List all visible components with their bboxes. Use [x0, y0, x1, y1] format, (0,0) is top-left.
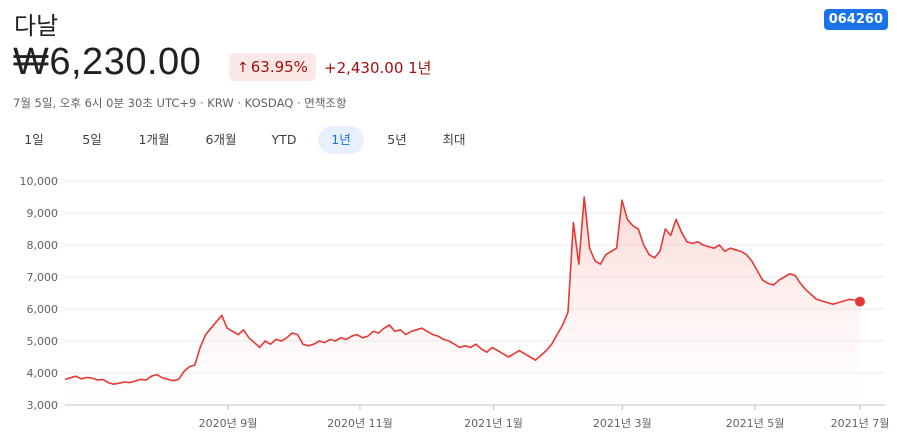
x-tick-label: 2021년 3월	[593, 417, 652, 430]
current-price: ₩6,230.00	[13, 41, 202, 83]
y-tick-label: 5,000	[27, 335, 59, 348]
change-amount: +2,430.00 1년	[324, 59, 432, 77]
ticker-badge[interactable]: 064260	[823, 9, 888, 30]
stock-name: 다날	[14, 12, 59, 40]
x-tick-label: 2020년 11월	[327, 417, 393, 430]
x-tick-label: 2021년 1월	[464, 417, 523, 430]
tab-5d[interactable]: 5일	[70, 126, 114, 154]
quote-meta: 7월 5일, 오후 6시 0분 30초 UTC+9 · KRW · KOSDAQ…	[13, 96, 347, 110]
x-tick-label: 2020년 9월	[199, 417, 258, 430]
x-axis-labels: 2020년 9월 2020년 11월 2021년 1월 2021년 3월 2021년 5…	[199, 417, 890, 430]
change-percent-badge: ↑ 63.95%	[229, 53, 316, 81]
y-tick-label: 9,000	[27, 207, 59, 220]
y-tick-label: 4,000	[27, 367, 59, 380]
tab-1d[interactable]: 1일	[12, 126, 56, 154]
arrow-up-icon: ↑	[237, 60, 249, 76]
tab-max[interactable]: 최대	[432, 126, 476, 154]
tab-ytd[interactable]: YTD	[262, 126, 306, 154]
tab-1m[interactable]: 1개월	[127, 126, 181, 154]
x-tick-label: 2021년 7월	[831, 417, 890, 430]
y-tick-label: 3,000	[27, 399, 59, 412]
y-tick-label: 10,000	[20, 175, 59, 188]
tab-5y[interactable]: 5년	[375, 126, 419, 154]
y-axis-labels: 10,000 9,000 8,000 7,000 6,000 5,000 4,000 3,00…	[20, 175, 59, 412]
y-tick-label: 7,000	[27, 271, 59, 284]
current-price-marker	[855, 296, 865, 307]
change-percent-text: 63.95%	[250, 58, 308, 76]
price-chart[interactable]: 10,000 9,000 8,000 7,000 6,000 5,000 4,000 3,00…	[0, 165, 897, 444]
tab-1y[interactable]: 1년	[318, 126, 364, 154]
tab-6m[interactable]: 6개월	[194, 126, 248, 154]
y-tick-label: 8,000	[27, 239, 59, 252]
y-tick-label: 6,000	[27, 303, 59, 316]
price-area-fill	[65, 197, 860, 405]
x-tick-label: 2021년 5월	[726, 417, 785, 430]
